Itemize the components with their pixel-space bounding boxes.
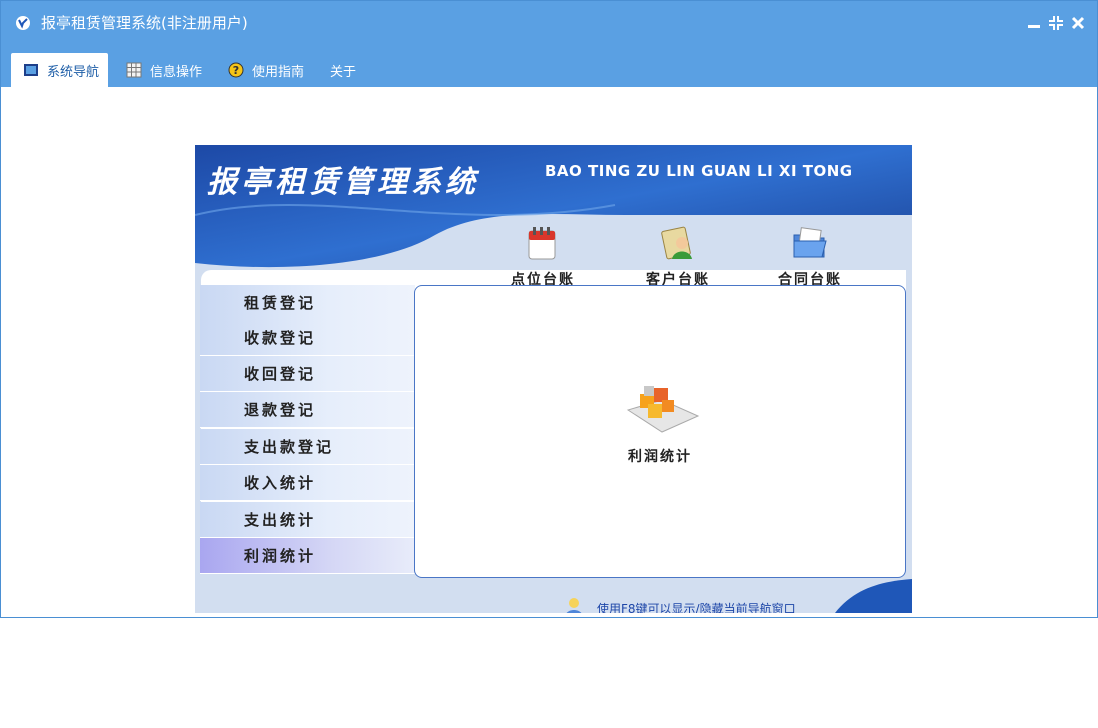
sidebar-item-label: 支出款登记 [244,438,335,456]
sidebar-item-income-stats[interactable]: 收入统计 [200,465,415,501]
tile-customer-ledger[interactable]: 客户台账 [633,223,723,289]
window-title: 报亭租赁管理系统(非注册用户) [41,14,248,32]
menu-label: 信息操作 [150,64,203,80]
sidebar-item-expense-stats[interactable]: 支出统计 [200,502,415,538]
close-icon [1071,16,1085,30]
title-bar[interactable]: 报亭租赁管理系统(非注册用户) [1,1,1097,45]
sidebar-item-refund-register[interactable]: 退款登记 [200,392,415,428]
sidebar-item-rental-register[interactable]: 租赁登记 [200,285,415,321]
menu-label: 系统导航 [47,64,100,80]
corner-swoosh [835,579,912,613]
minimize-button[interactable] [1025,12,1043,34]
hint-text: 使用F8键可以显示/隐藏当前导航窗口 [597,602,796,613]
app-logo-icon [16,16,30,30]
sidebar-item-expense-register[interactable]: 支出款登记 [200,429,415,465]
sidebar-item-label: 租赁登记 [244,294,317,312]
user-hint-icon [566,598,582,613]
sidebar-item-profit-stats[interactable]: 利润统计 [200,538,415,574]
window-icon [24,64,38,76]
minimize-icon [1028,25,1040,28]
tile-contract-ledger[interactable]: 合同台账 [765,223,855,289]
sidebar-item-label: 退款登记 [244,401,317,419]
folder-icon [793,227,827,258]
sidebar-item-recovery-register[interactable]: 收回登记 [200,356,415,392]
restore-button[interactable] [1047,12,1065,34]
sidebar-item-label: 支出统计 [244,511,317,529]
main-content-box: 利润统计 [414,285,906,578]
customer-icon [661,226,692,260]
restore-icon [1049,16,1063,30]
profit-stats-icon[interactable] [622,380,702,436]
menu-label: 关于 [330,64,357,80]
calendar-icon [528,227,556,260]
menu-system-nav[interactable]: 系统导航 [11,53,108,87]
sidebar-item-label: 收款登记 [244,329,317,347]
help-icon: ? [228,62,244,78]
close-button[interactable] [1069,12,1087,34]
menu-label: 使用指南 [252,64,305,80]
sidebar-item-label: 收回登记 [244,365,317,383]
sidebar-item-payment-register[interactable]: 收款登记 [200,320,415,356]
banner-title: 报亭租赁管理系统 [207,165,479,200]
menu-about[interactable]: 关于 [318,53,368,87]
menu-user-guide[interactable]: ? 使用指南 [216,53,314,87]
menu-info-ops[interactable]: 信息操作 [114,53,210,87]
main-label: 利润统计 [628,449,692,465]
navigation-panel: 报亭租赁管理系统 BAO TING ZU LIN GUAN LI XI TONG… [195,145,912,613]
sidebar-item-label: 利润统计 [244,547,317,565]
tile-location-ledger[interactable]: 点位台账 [498,223,588,289]
svg-text:?: ? [233,64,239,77]
sidebar-item-label: 收入统计 [244,474,317,492]
grid-icon [126,62,142,78]
menu-bar: 系统导航 信息操作 ? 使用指南 关于 [1,45,1097,87]
banner-pinyin: BAO TING ZU LIN GUAN LI XI TONG [545,162,853,180]
